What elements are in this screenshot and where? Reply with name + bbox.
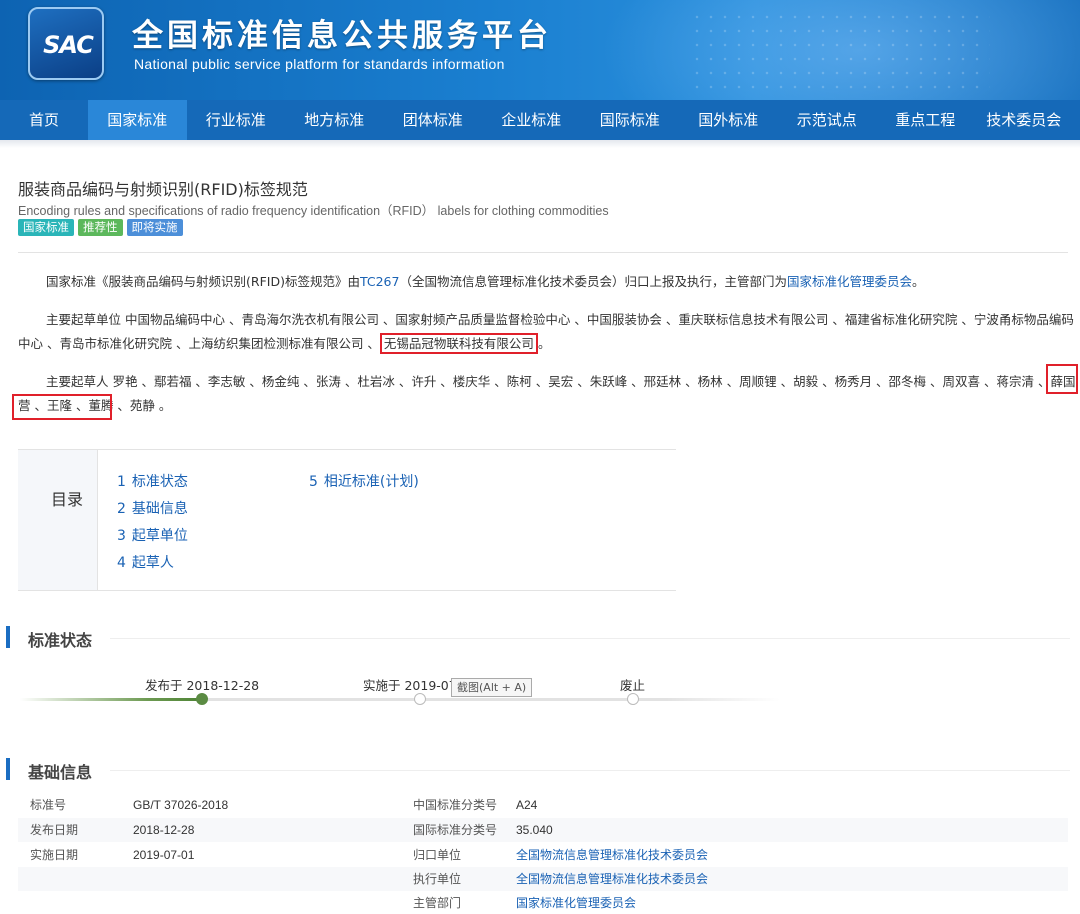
nav-item-committee[interactable]: 技术委员会 (975, 100, 1074, 140)
info-row: 执行单位 全国物流信息管理标准化技术委员会 (18, 867, 1068, 891)
tag-upcoming: 即将实施 (126, 219, 183, 236)
info-section-header: 基础信息 (0, 758, 1080, 782)
info-value: 2019-07-01 (133, 848, 195, 862)
section-line (110, 638, 1070, 639)
tc267-link[interactable]: TC267 (360, 274, 400, 289)
info-row: 主管部门 国家标准化管理委员会 (18, 891, 1068, 914)
toc-item-drafters[interactable]: 4 起草人 (117, 550, 188, 577)
site-subtitle: National public service platform for sta… (134, 56, 505, 72)
highlighted-company: 无锡品冠物联科技有限公司 (379, 333, 538, 354)
intro-paragraph: 国家标准《服装商品编码与射频识别(RFID)标签规范》由TC267（全国物流信息… (18, 270, 1076, 294)
highlight-box-drafter-2 (12, 394, 112, 420)
table-of-contents: 目录 1 标准状态 2 基础信息 3 起草单位 4 起草人 5 相近标准(计划) (18, 449, 676, 591)
info-key: 执行单位 (413, 872, 462, 886)
status-section-title: 标准状态 (28, 631, 93, 650)
info-key: 归口单位 (413, 848, 462, 862)
toc-label-area: 目录 (18, 450, 98, 590)
highlight-box-drafter-1 (1046, 364, 1078, 394)
toc-label: 目录 (51, 490, 84, 509)
toc-num: 5 (309, 474, 318, 490)
logo-text: SAC (43, 31, 94, 59)
nav-shadow (0, 140, 1080, 148)
toc-item-status[interactable]: 1 标准状态 (117, 469, 188, 496)
toc-text: 标准状态 (131, 474, 188, 490)
milestone-dot-implemented (414, 693, 426, 705)
drafters-paragraph: 主要起草人 罗艳 、鄢若福 、李志敏 、杨金纯 、张涛 、杜岩冰 、许升 、楼庆… (18, 370, 1076, 418)
info-link[interactable]: 国家标准化管理委员会 (516, 891, 636, 914)
banner-pattern (690, 10, 990, 90)
tag-national: 国家标准 (18, 219, 74, 236)
nav-item-national[interactable]: 国家标准 (88, 100, 187, 140)
nav-item-enterprise[interactable]: 企业标准 (482, 100, 581, 140)
toc-num: 3 (117, 528, 126, 544)
nav-item-key-projects[interactable]: 重点工程 (876, 100, 975, 140)
toc-column-1: 1 标准状态 2 基础信息 3 起草单位 4 起草人 (117, 469, 188, 577)
main-nav: 首页 国家标准 行业标准 地方标准 团体标准 企业标准 国际标准 国外标准 示范… (0, 100, 1080, 140)
divider (18, 252, 1068, 253)
info-key: 发布日期 (30, 823, 79, 837)
toc-num: 2 (117, 501, 126, 517)
info-row: 标准号 GB/T 37026-2018 中国标准分类号 A24 (18, 793, 1068, 817)
info-key: 国际标准分类号 (413, 823, 498, 837)
info-value: A24 (516, 798, 538, 812)
site-banner: SAC 全国标准信息公共服务平台 National public service… (0, 0, 1080, 100)
info-key: 实施日期 (30, 848, 79, 862)
screenshot-tooltip: 截图(Alt + A) (451, 678, 533, 697)
nav-item-foreign[interactable]: 国外标准 (679, 100, 778, 140)
toc-num: 4 (117, 555, 126, 571)
tag-recommended: 推荐性 (78, 219, 123, 236)
drafting-units-text: 。 (537, 336, 551, 351)
info-value: GB/T 37026-2018 (133, 798, 229, 812)
nav-item-local[interactable]: 地方标准 (285, 100, 384, 140)
info-section-title: 基础信息 (28, 763, 93, 782)
nav-item-home[interactable]: 首页 (0, 100, 88, 140)
info-link[interactable]: 全国物流信息管理标准化技术委员会 (516, 843, 708, 867)
info-key: 中国标准分类号 (413, 798, 498, 812)
nav-item-international[interactable]: 国际标准 (581, 100, 680, 140)
nav-item-group[interactable]: 团体标准 (384, 100, 483, 140)
toc-item-similar[interactable]: 5 相近标准(计划) (309, 469, 419, 496)
milestone-abolished: 废止 (620, 678, 646, 693)
toc-item-drafting-units[interactable]: 3 起草单位 (117, 523, 188, 550)
toc-text: 基础信息 (131, 501, 188, 517)
toc-column-2: 5 相近标准(计划) (309, 469, 419, 496)
info-row: 实施日期 2019-07-01 归口单位 全国物流信息管理标准化技术委员会 (18, 843, 1068, 867)
toc-num: 1 (117, 474, 126, 490)
standard-title-en: Encoding rules and specifications of rad… (18, 204, 609, 218)
dept-link[interactable]: 国家标准化管理委员会 (787, 274, 912, 289)
intro-text: 国家标准《服装商品编码与射频识别(RFID)标签规范》由 (46, 274, 360, 289)
nav-item-industry[interactable]: 行业标准 (187, 100, 286, 140)
info-key: 主管部门 (413, 896, 462, 910)
milestone-published: 发布于 2018-12-28 (145, 678, 260, 693)
nav-item-pilot[interactable]: 示范试点 (778, 100, 877, 140)
standard-tags: 国家标准 推荐性 即将实施 (18, 219, 183, 236)
standard-title: 服装商品编码与射频识别(RFID)标签规范 (18, 180, 308, 199)
intro-text: 。 (911, 274, 925, 289)
sac-logo[interactable]: SAC (28, 7, 104, 80)
info-row: 发布日期 2018-12-28 国际标准分类号 35.040 (18, 818, 1068, 842)
info-key: 标准号 (30, 798, 67, 812)
status-section-header: 标准状态 (0, 626, 1080, 650)
toc-text: 起草单位 (131, 528, 188, 544)
site-title: 全国标准信息公共服务平台 (132, 18, 552, 54)
intro-text: （全国物流信息管理标准化技术委员会）归口上报及执行，主管部门为 (399, 274, 787, 289)
section-bar (6, 758, 10, 780)
drafters-text: 主要起草人 罗艳 、鄢若福 、李志敏 、杨金纯 、张涛 、杜岩冰 、许升 、楼庆… (46, 374, 997, 389)
toc-text: 起草人 (131, 555, 174, 571)
toc-item-basic-info[interactable]: 2 基础信息 (117, 496, 188, 523)
drafting-units-paragraph: 主要起草单位 中国物品编码中心 、青岛海尔洗衣机有限公司 、国家射频产品质量监督… (18, 308, 1076, 356)
toc-text: 相近标准(计划) (323, 474, 419, 490)
timeline-progress (20, 698, 202, 701)
info-value: 35.040 (516, 823, 553, 837)
section-line (110, 770, 1070, 771)
milestone-dot-abolished (627, 693, 639, 705)
milestone-dot-published (196, 693, 208, 705)
info-value: 2018-12-28 (133, 823, 195, 837)
info-link[interactable]: 全国物流信息管理标准化技术委员会 (516, 867, 708, 891)
section-bar (6, 626, 10, 648)
